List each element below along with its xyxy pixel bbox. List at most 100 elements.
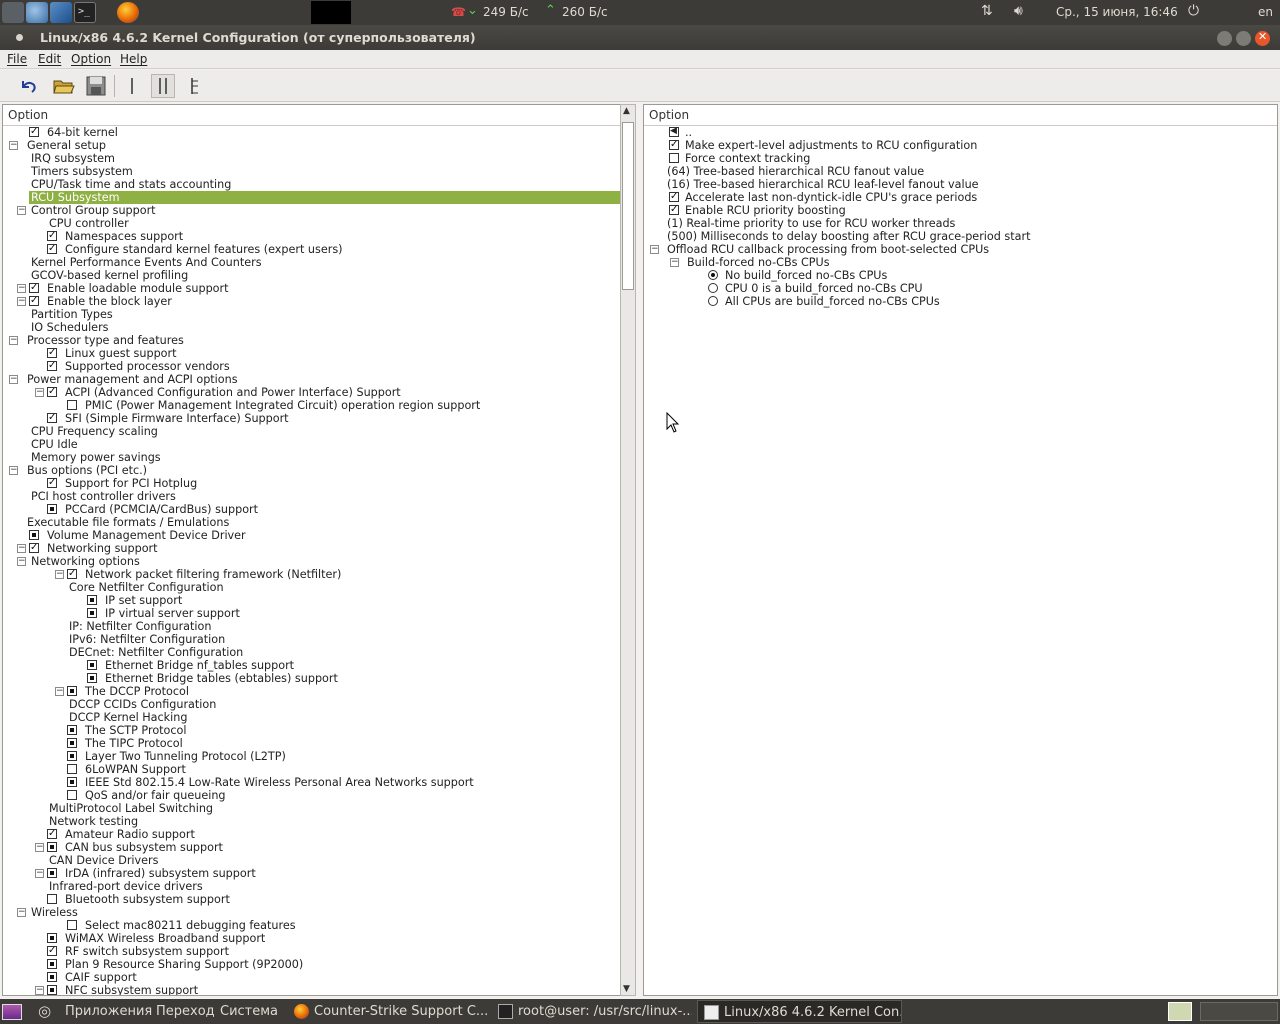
tree-row[interactable]: − Networking support xyxy=(3,541,621,555)
tree-row[interactable]: Supported processor vendors xyxy=(3,359,621,373)
option-row[interactable]: No build_forced no-CBs CPUs xyxy=(644,269,1274,282)
tree-row[interactable]: WiMAX Wireless Broadband support xyxy=(3,932,621,945)
tree-row[interactable]: IRQ subsystem xyxy=(3,152,621,165)
tree-row[interactable]: − Networking options xyxy=(3,555,621,568)
tree-row[interactable]: − Control Group support xyxy=(3,204,621,217)
expander-minus-icon[interactable]: − xyxy=(35,869,44,878)
tree-row[interactable]: − Processor type and features xyxy=(3,334,621,347)
expander-minus-icon[interactable]: − xyxy=(17,557,26,566)
option-row[interactable]: All CPUs are build_forced no-CBs CPUs xyxy=(644,295,1274,308)
option-checkbox[interactable] xyxy=(47,385,57,398)
option-checkbox[interactable] xyxy=(47,985,57,995)
tree-row[interactable]: 64-bit kernel xyxy=(3,125,621,139)
tree-row[interactable]: CPU/Task time and stats accounting xyxy=(3,178,621,191)
option-checkbox[interactable] xyxy=(87,673,97,683)
option-checkbox[interactable] xyxy=(47,842,57,852)
option-radio[interactable] xyxy=(708,296,718,306)
applications-menu[interactable]: Приложения xyxy=(65,1004,152,1019)
option-row[interactable]: Force context tracking xyxy=(644,152,1274,165)
tree-row[interactable]: The TIPC Protocol xyxy=(3,737,621,750)
save-button[interactable] xyxy=(84,74,108,98)
tree-row[interactable]: CAN Device Drivers xyxy=(3,854,621,867)
tree-row[interactable]: IP set support xyxy=(3,594,621,607)
option-checkbox[interactable] xyxy=(67,738,77,748)
expander-minus-icon[interactable]: − xyxy=(35,843,44,852)
network-updown-icon[interactable]: ⇅ xyxy=(981,3,993,19)
tree-row[interactable]: MultiProtocol Label Switching xyxy=(3,802,621,815)
option-row[interactable]: ◀.. xyxy=(644,126,1274,139)
option-checkbox[interactable] xyxy=(29,125,39,138)
option-checkbox[interactable] xyxy=(47,504,57,514)
tree-row[interactable]: Namespaces support xyxy=(3,229,621,243)
expander-minus-icon[interactable]: − xyxy=(17,544,26,553)
option-checkbox[interactable] xyxy=(669,138,679,151)
expander-minus-icon[interactable]: − xyxy=(9,141,18,150)
tree-row[interactable]: RF switch subsystem support xyxy=(3,944,621,958)
option-row[interactable]: Enable RCU priority boosting xyxy=(644,203,1274,217)
tree-row[interactable]: DECnet: Netfilter Configuration xyxy=(3,646,621,659)
column-header-right[interactable]: Option xyxy=(644,105,1277,126)
expander-minus-icon[interactable]: − xyxy=(9,375,18,384)
tree-row[interactable]: − Network packet filtering framework (Net… xyxy=(3,567,621,581)
ubuntu-logo-icon[interactable]: ◎ xyxy=(38,1002,51,1020)
tree-row[interactable]: CAIF support xyxy=(3,971,621,984)
option-checkbox[interactable] xyxy=(67,725,77,735)
tree-row[interactable]: Configure standard kernel features (expe… xyxy=(3,242,621,256)
option-checkbox[interactable] xyxy=(47,346,57,359)
tree-row[interactable]: − Enable the block layer xyxy=(3,294,621,308)
tree-row[interactable]: Select mac80211 debugging features xyxy=(3,919,621,932)
option-radio[interactable] xyxy=(708,270,718,280)
power-icon[interactable]: ⏻ xyxy=(1188,3,1199,19)
close-button[interactable]: ✕ xyxy=(1255,30,1270,46)
tree-row[interactable]: DCCP Kernel Hacking xyxy=(3,711,621,724)
option-checkbox[interactable] xyxy=(87,595,97,605)
tree-row[interactable]: CPU controller xyxy=(3,217,621,230)
tree-row[interactable]: GCOV-based kernel profiling xyxy=(3,269,621,282)
steam-icon[interactable] xyxy=(2,2,24,23)
menu-option[interactable]: Option xyxy=(71,52,111,66)
option-checkbox[interactable] xyxy=(29,541,39,554)
scrollbar-thumb[interactable] xyxy=(622,122,634,290)
option-row[interactable]: (64) Tree-based hierarchical RCU fanout … xyxy=(644,165,1274,178)
expander-minus-icon[interactable]: − xyxy=(35,986,44,995)
expander-minus-icon[interactable]: − xyxy=(17,284,26,293)
system-menu[interactable]: Система xyxy=(220,1004,278,1019)
minimize-button[interactable] xyxy=(1217,31,1232,46)
expander-minus-icon[interactable]: − xyxy=(55,687,64,696)
menu-file[interactable]: File xyxy=(7,52,27,66)
expander-minus-icon[interactable]: − xyxy=(9,336,18,345)
option-checkbox[interactable] xyxy=(47,944,57,957)
option-checkbox[interactable] xyxy=(67,686,77,696)
show-desktop-icon[interactable] xyxy=(2,1004,22,1020)
expander-minus-icon[interactable]: − xyxy=(17,297,26,306)
back-button[interactable] xyxy=(16,74,40,98)
tree-row[interactable]: Bluetooth subsystem support xyxy=(3,893,621,906)
window-menu-icon[interactable] xyxy=(16,34,23,41)
tree-row[interactable]: PCI host controller drivers xyxy=(3,490,621,503)
tree-row[interactable]: PMIC (Power Management Integrated Circui… xyxy=(3,399,621,412)
menu-help[interactable]: Help xyxy=(120,52,147,66)
clock[interactable]: Ср., 15 июня, 16:46 xyxy=(1056,5,1178,19)
tree-row[interactable]: Linux guest support xyxy=(3,346,621,360)
tree-row[interactable]: QoS and/or fair queueing xyxy=(3,789,621,802)
tree-row[interactable]: IP: Netfilter Configuration xyxy=(3,620,621,633)
tree-row[interactable]: Core Netfilter Configuration xyxy=(3,581,621,594)
terminal-icon[interactable]: >_ xyxy=(74,2,96,23)
taskbar-item-active[interactable]: Linux/x86 4.6.2 Kernel Con... xyxy=(697,1000,902,1023)
taskbar-item[interactable]: Counter-Strike Support C... xyxy=(288,1000,488,1023)
pane-splitter[interactable] xyxy=(637,104,642,996)
option-checkbox[interactable] xyxy=(67,790,77,800)
tree-row[interactable]: IEEE Std 802.15.4 Low-Rate Wireless Pers… xyxy=(3,776,621,789)
tree-row[interactable]: Plan 9 Resource Sharing Support (9P2000) xyxy=(3,958,621,971)
option-checkbox[interactable] xyxy=(47,827,57,840)
expander-minus-icon[interactable]: − xyxy=(670,258,679,267)
option-checkbox[interactable] xyxy=(47,411,57,424)
tree-row[interactable]: PCCard (PCMCIA/CardBus) support xyxy=(3,503,621,516)
option-checkbox[interactable] xyxy=(669,153,679,163)
back-arrow-icon[interactable]: ◀ xyxy=(669,126,679,137)
option-checkbox[interactable] xyxy=(47,959,57,969)
tree-row[interactable]: IP virtual server support xyxy=(3,607,621,620)
option-checkbox[interactable] xyxy=(47,933,57,943)
tree-row[interactable]: Kernel Performance Events And Counters xyxy=(3,256,621,269)
option-row[interactable]: Accelerate last non-dyntick-idle CPU's g… xyxy=(644,190,1274,204)
